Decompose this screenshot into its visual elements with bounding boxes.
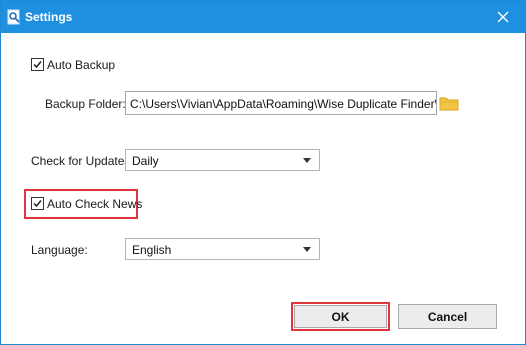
language-label: Language: bbox=[31, 243, 88, 257]
settings-app-icon bbox=[7, 9, 21, 25]
check-updates-select[interactable]: Daily bbox=[125, 149, 320, 171]
settings-window: Settings Auto Backup Backup Folder: C:\U… bbox=[0, 0, 526, 345]
check-updates-label: Check for Updates: bbox=[31, 154, 134, 168]
checkmark-icon bbox=[33, 200, 42, 208]
backup-folder-label: Backup Folder: bbox=[45, 97, 126, 111]
folder-icon bbox=[439, 97, 459, 111]
auto-backup-label: Auto Backup bbox=[47, 58, 116, 72]
browse-folder-button[interactable] bbox=[437, 91, 461, 115]
ok-button[interactable]: OK bbox=[294, 305, 387, 328]
chevron-down-icon bbox=[303, 158, 311, 163]
close-button[interactable] bbox=[483, 1, 523, 33]
auto-backup-checkbox[interactable] bbox=[31, 58, 44, 71]
close-icon bbox=[497, 11, 509, 23]
chevron-down-icon bbox=[303, 247, 311, 252]
language-value: English bbox=[132, 243, 172, 257]
title-bar: Settings bbox=[1, 1, 525, 33]
language-select[interactable]: English bbox=[125, 238, 320, 260]
check-updates-value: Daily bbox=[132, 154, 159, 168]
auto-check-news-checkbox[interactable] bbox=[31, 197, 44, 210]
cancel-button[interactable]: Cancel bbox=[398, 304, 497, 329]
backup-folder-field[interactable]: C:\Users\Vivian\AppData\Roaming\Wise Dup… bbox=[125, 91, 437, 115]
checkmark-icon bbox=[33, 61, 42, 69]
auto-check-news-label: Auto Check News bbox=[47, 197, 143, 211]
window-title: Settings bbox=[25, 10, 73, 24]
